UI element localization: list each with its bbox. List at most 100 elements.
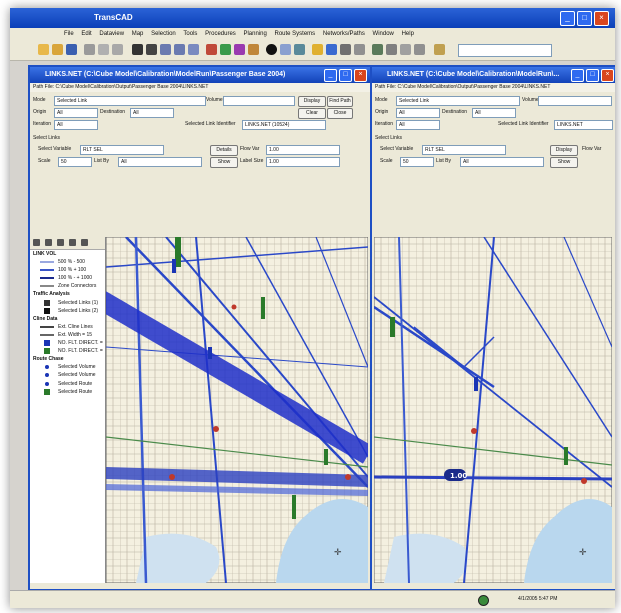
right-link-variable-select[interactable]: RLT SEL xyxy=(422,145,506,155)
copy-icon[interactable] xyxy=(98,44,109,55)
zoom-out-icon[interactable] xyxy=(174,44,185,55)
window-icon[interactable] xyxy=(400,44,411,55)
clear-button[interactable]: Clear xyxy=(298,108,326,119)
iteration-field[interactable]: All xyxy=(54,120,98,130)
layer-select[interactable] xyxy=(458,44,552,57)
pan-icon[interactable] xyxy=(188,44,199,55)
info-icon[interactable] xyxy=(206,44,217,55)
highlight-icon[interactable] xyxy=(312,44,323,55)
left-minimize-button[interactable]: _ xyxy=(324,69,337,82)
select-icon[interactable] xyxy=(146,44,157,55)
menu-map[interactable]: Map xyxy=(132,28,144,40)
pointer-icon[interactable] xyxy=(132,44,143,55)
chart-icon[interactable] xyxy=(294,44,305,55)
legend-line-symbol xyxy=(40,277,54,280)
legend-down-icon[interactable] xyxy=(45,239,52,246)
zoom-in-icon[interactable] xyxy=(160,44,171,55)
origin-field[interactable]: All xyxy=(54,108,98,118)
label-icon[interactable] xyxy=(280,44,291,55)
grid-icon[interactable] xyxy=(340,44,351,55)
legend-line-symbol xyxy=(40,285,54,288)
menu-dataview[interactable]: Dataview xyxy=(99,28,124,40)
find-path-button[interactable]: Find Path xyxy=(327,96,353,107)
legend-section-header: Cline Data xyxy=(30,315,105,323)
destination-field[interactable]: All xyxy=(130,108,174,118)
legend-remove-icon[interactable] xyxy=(69,239,76,246)
legend-add-icon[interactable] xyxy=(57,239,64,246)
menu-edit[interactable]: Edit xyxy=(81,28,91,40)
legend-item-label: Selected Route xyxy=(58,380,93,387)
legend-dot-symbol xyxy=(45,381,49,386)
right-selected-links-field[interactable]: LINKS.NET xyxy=(554,120,613,130)
paste-icon[interactable] xyxy=(112,44,123,55)
flow-var-field[interactable]: 1.00 xyxy=(266,145,340,155)
left-maximize-button[interactable]: □ xyxy=(339,69,352,82)
scale-field[interactable]: 50 xyxy=(58,157,92,167)
left-window-titlebar: LINKS.NET (C:\Cube Model\Calibration\Mod… xyxy=(30,67,370,83)
legend-item: Selected Route xyxy=(30,388,105,396)
theme-icon[interactable] xyxy=(248,44,259,55)
legend-item: 100 % - + 1000 xyxy=(30,274,105,282)
right-iteration-field[interactable]: All xyxy=(396,120,440,130)
maximize-button[interactable]: □ xyxy=(577,11,592,26)
show-button[interactable]: Show xyxy=(210,157,238,168)
open-icon[interactable] xyxy=(52,44,63,55)
right-origin-field[interactable]: All xyxy=(396,108,440,118)
legend-line-symbol xyxy=(40,261,54,264)
cut-icon[interactable] xyxy=(84,44,95,55)
label-size-field[interactable]: 1.00 xyxy=(266,157,340,167)
legend-square-symbol xyxy=(44,348,50,355)
minimize-button[interactable]: _ xyxy=(560,11,575,26)
left-path-bar: Path File: C:\Cube Model\Calibration\Out… xyxy=(30,83,370,92)
route-icon[interactable] xyxy=(372,44,383,55)
tool-icon[interactable] xyxy=(414,44,425,55)
menu-window[interactable]: Window xyxy=(373,28,394,40)
display-button[interactable]: Display xyxy=(298,96,326,107)
legend-close-icon[interactable] xyxy=(81,239,88,246)
left-map-canvas[interactable]: ✛ xyxy=(106,237,368,583)
legend-item: Selected Volume xyxy=(30,371,105,379)
save-icon[interactable] xyxy=(66,44,77,55)
left-close-button[interactable]: × xyxy=(354,69,367,82)
selected-links-field[interactable]: LINKS.NET (10524) xyxy=(242,120,326,130)
mode-select[interactable]: Selected Link xyxy=(54,96,206,106)
right-close-button[interactable]: × xyxy=(601,69,614,82)
menu-help[interactable]: Help xyxy=(402,28,414,40)
print-icon[interactable] xyxy=(386,44,397,55)
right-path-bar: Path File: C:\Cube Model\Calibration\Out… xyxy=(372,83,615,92)
details-button[interactable]: Details xyxy=(210,145,238,156)
legend-item: Ext. Cline Lines xyxy=(30,323,105,331)
right-display-button[interactable]: Display xyxy=(550,145,578,156)
right-destination-field[interactable]: All xyxy=(472,108,516,118)
right-scale-field[interactable]: 50 xyxy=(400,157,434,167)
volume-field[interactable] xyxy=(223,96,295,106)
edit-icon[interactable] xyxy=(434,44,445,55)
network-icon[interactable] xyxy=(326,44,337,55)
right-show-button[interactable]: Show xyxy=(550,157,578,168)
menu-selection[interactable]: Selection xyxy=(151,28,176,40)
right-maximize-button[interactable]: □ xyxy=(586,69,599,82)
menu-route-systems[interactable]: Route Systems xyxy=(275,28,316,40)
link-variable-select[interactable]: RLT SEL xyxy=(80,145,164,155)
menu-procedures[interactable]: Procedures xyxy=(205,28,236,40)
right-map-canvas[interactable]: 1.00 ✛ xyxy=(374,237,612,583)
menu-networks[interactable]: Networks/Paths xyxy=(323,28,365,40)
table-icon[interactable] xyxy=(354,44,365,55)
menu-tools[interactable]: Tools xyxy=(183,28,197,40)
list-by-select[interactable]: All xyxy=(118,157,202,167)
menu-file[interactable]: File xyxy=(64,28,74,40)
close-button[interactable]: × xyxy=(594,11,609,26)
right-iteration-label: Iteration xyxy=(375,121,394,127)
legend-icon[interactable] xyxy=(234,44,245,55)
right-volume-field[interactable] xyxy=(538,96,612,106)
record-icon[interactable] xyxy=(266,44,277,55)
menu-planning[interactable]: Planning xyxy=(243,28,266,40)
layers-icon[interactable] xyxy=(220,44,231,55)
close-panel-button[interactable]: Close xyxy=(327,108,353,119)
application-window: TransCAD _ □ × File Edit Dataview Map Se… xyxy=(10,8,615,608)
new-icon[interactable] xyxy=(38,44,49,55)
legend-up-icon[interactable] xyxy=(33,239,40,246)
right-minimize-button[interactable]: _ xyxy=(571,69,584,82)
right-list-by-select[interactable]: All xyxy=(460,157,544,167)
right-mode-select[interactable]: Selected Link xyxy=(396,96,520,106)
